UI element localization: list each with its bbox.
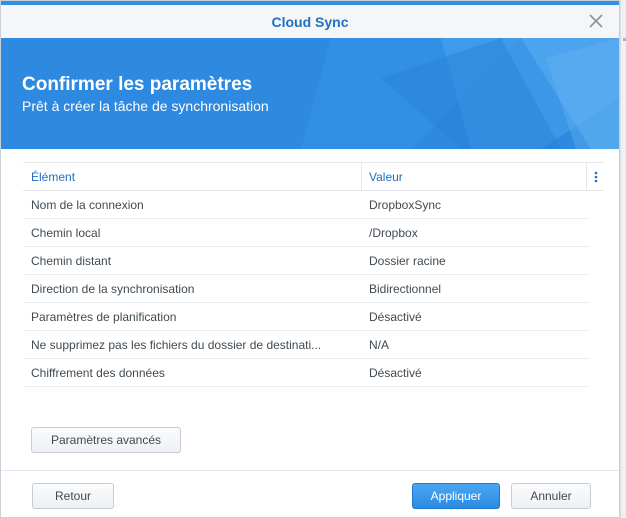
column-menu-button[interactable] — [589, 167, 603, 185]
table-row[interactable]: Chemin distant Dossier racine — [23, 247, 590, 275]
row-value: Désactivé — [369, 366, 422, 380]
row-value: Bidirectionnel — [369, 282, 442, 296]
row-value: N/A — [369, 338, 390, 352]
apply-button[interactable]: Appliquer — [412, 483, 500, 509]
row-item: Paramètres de planification — [31, 310, 177, 324]
table-row[interactable]: Direction de la synchronisation Bidirect… — [23, 275, 590, 303]
table-row[interactable]: Ne supprimez pas les fichiers du dossier… — [23, 331, 590, 359]
close-button[interactable] — [587, 12, 605, 30]
dialog-title: Cloud Sync — [271, 14, 349, 30]
column-header-value[interactable]: Valeur — [369, 170, 403, 184]
background-window-edge — [620, 0, 626, 518]
row-item: Direction de la synchronisation — [31, 282, 195, 296]
row-value: Désactivé — [369, 310, 422, 324]
table-row[interactable]: Paramètres de planification Désactivé — [23, 303, 590, 331]
cloud-sync-dialog: Cloud Sync Confirmer les paramètres Prêt… — [0, 0, 620, 518]
row-value: Dossier racine — [369, 254, 446, 268]
header-banner: Confirmer les paramètres Prêt à créer la… — [1, 38, 619, 149]
grid-header: Élément Valeur — [23, 163, 604, 191]
advanced-settings-button[interactable]: Paramètres avancés — [31, 427, 181, 453]
column-header-item[interactable]: Élément — [31, 170, 75, 184]
table-row[interactable]: Nom de la connexion DropboxSync — [23, 191, 590, 219]
table-row[interactable]: Chiffrement des données Désactivé — [23, 359, 590, 387]
column-separator — [586, 163, 587, 190]
row-item: Nom de la connexion — [31, 198, 144, 212]
row-item: Chemin distant — [31, 254, 112, 268]
banner-title: Confirmer les paramètres — [22, 74, 253, 95]
cancel-button[interactable]: Annuler — [511, 483, 591, 509]
row-item: Chemin local — [31, 226, 101, 240]
row-value: /Dropbox — [369, 226, 418, 240]
close-icon — [589, 14, 603, 28]
column-menu-icon — [594, 171, 598, 183]
settings-grid: Élément Valeur Nom de la connexion Dropb… — [23, 162, 604, 387]
row-value: DropboxSync — [369, 198, 442, 212]
dialog-titlebar[interactable]: Cloud Sync — [1, 1, 619, 38]
row-item: Chiffrement des données — [31, 366, 165, 380]
table-row[interactable]: Chemin local /Dropbox — [23, 219, 590, 247]
row-item: Ne supprimez pas les fichiers du dossier… — [31, 338, 322, 352]
footer-divider — [1, 470, 619, 471]
back-button[interactable]: Retour — [32, 483, 114, 509]
column-separator — [361, 163, 362, 190]
banner-subtitle: Prêt à créer la tâche de synchronisation — [22, 98, 269, 114]
